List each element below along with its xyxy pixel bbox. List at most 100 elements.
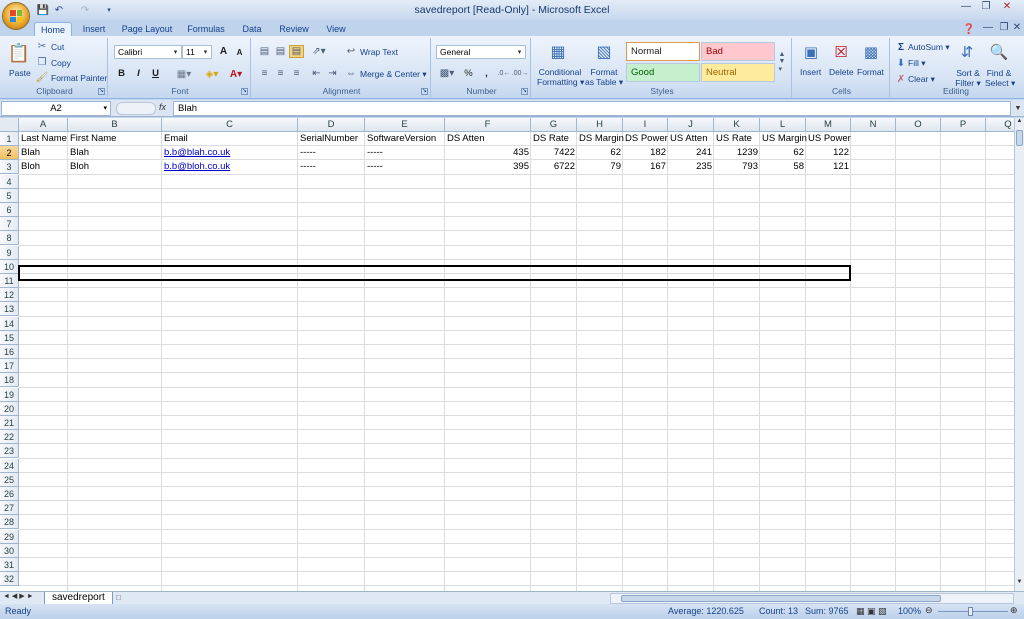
tab-data[interactable]: Data [237, 22, 267, 37]
table-cell[interactable]: 241 [668, 146, 714, 160]
row-header-13[interactable]: 13 [0, 302, 19, 317]
header-cell[interactable]: DS Atten [445, 132, 535, 146]
workbook-minimize-icon[interactable]: — [980, 22, 996, 34]
column-header-o[interactable]: O [896, 118, 941, 132]
align-middle-icon[interactable]: ▤ [273, 45, 288, 58]
decrease-decimal-icon[interactable]: .00→ [512, 67, 529, 80]
style-neutral[interactable]: Neutral [701, 63, 775, 82]
format-cells-button[interactable]: Format [857, 67, 884, 77]
row-header-29[interactable]: 29 [0, 529, 19, 544]
font-launcher-icon[interactable]: ↘ [241, 88, 248, 95]
cut-button[interactable]: Cut [51, 42, 64, 52]
row-header-26[interactable]: 26 [0, 487, 19, 501]
table-cell[interactable]: 793 [714, 160, 760, 174]
table-cell[interactable]: 122 [806, 146, 851, 160]
row-header-5[interactable]: 5 [0, 188, 19, 203]
select-all-button[interactable] [0, 118, 19, 132]
restore-icon[interactable]: ❐ [978, 1, 994, 13]
table-cell[interactable]: b.b@bloh.co.uk [162, 160, 298, 174]
horizontal-scroll-thumb[interactable] [621, 595, 941, 602]
header-cell[interactable]: US Margin [760, 132, 810, 146]
style-good[interactable]: Good [626, 63, 700, 82]
column-header-d[interactable]: D [298, 118, 365, 132]
row-header-15[interactable]: 15 [0, 330, 19, 345]
fill-button[interactable]: Fill ▾ [908, 58, 926, 69]
header-cell[interactable]: US Rate [714, 132, 764, 146]
row-header-22[interactable]: 22 [0, 430, 19, 445]
table-cell[interactable]: Blah [68, 146, 162, 160]
row-header-28[interactable]: 28 [0, 515, 19, 530]
row-header-27[interactable]: 27 [0, 501, 19, 516]
row-header-20[interactable]: 20 [0, 401, 19, 416]
table-cell[interactable]: Bloh [19, 160, 68, 174]
clear-button[interactable]: Clear ▾ [908, 74, 935, 85]
number-launcher-icon[interactable]: ↘ [521, 88, 528, 95]
close-icon[interactable]: ✕ [999, 1, 1015, 13]
conditional-formatting-button[interactable]: Conditional Formatting ▾ [537, 67, 584, 88]
tab-home[interactable]: Home [34, 22, 72, 37]
table-cell[interactable]: 7422 [531, 146, 577, 160]
column-header-e[interactable]: E [365, 118, 445, 132]
row-header-7[interactable]: 7 [0, 217, 19, 232]
expand-formula-icon[interactable]: ▼ [1013, 101, 1023, 116]
column-header-q[interactable]: Q [986, 118, 1014, 132]
style-bad[interactable]: Bad [701, 42, 775, 61]
table-cell[interactable]: 395 [445, 160, 531, 174]
italic-button[interactable]: I [131, 67, 146, 81]
header-cell[interactable]: First Name [68, 132, 166, 146]
scroll-up-icon[interactable]: ▲ [1015, 118, 1024, 128]
header-cell[interactable]: Last Name [19, 132, 72, 146]
grow-font-button[interactable]: A [216, 45, 231, 59]
tab-insert[interactable]: Insert [77, 22, 111, 37]
column-header-c[interactable]: C [162, 118, 298, 132]
table-cell[interactable]: 235 [668, 160, 714, 174]
tab-page-layout[interactable]: Page Layout [119, 22, 175, 37]
sheet-nav-icon[interactable]: ◄◀▶► [3, 592, 36, 600]
zoom-out-icon[interactable]: ⊖ [925, 605, 933, 616]
horizontal-scrollbar[interactable] [610, 593, 1014, 604]
column-header-k[interactable]: K [714, 118, 760, 132]
row-header-12[interactable]: 12 [0, 288, 19, 303]
row-header-17[interactable]: 17 [0, 359, 19, 374]
row-header-14[interactable]: 14 [0, 316, 19, 331]
name-box[interactable]: A2 ▾ [1, 101, 111, 116]
row-header-23[interactable]: 23 [0, 444, 19, 459]
table-cell[interactable]: 58 [760, 160, 806, 174]
wrap-text-button[interactable]: Wrap Text [360, 47, 398, 57]
row-header-2[interactable]: 2 [0, 146, 19, 161]
column-header-f[interactable]: F [445, 118, 531, 132]
shrink-font-button[interactable]: A [232, 46, 247, 60]
table-cell[interactable]: ----- [298, 160, 365, 174]
header-cell[interactable]: US Atten [668, 132, 718, 146]
table-cell[interactable]: 1239 [714, 146, 760, 160]
row-header-10[interactable]: 10 [0, 259, 19, 274]
table-cell[interactable]: 79 [577, 160, 623, 174]
table-cell[interactable]: 62 [760, 146, 806, 160]
font-size-combo[interactable]: 11 ▾ [182, 45, 212, 59]
table-cell[interactable]: ----- [365, 146, 445, 160]
insert-cells-button[interactable]: Insert [800, 67, 821, 77]
copy-button[interactable]: Copy [51, 58, 71, 68]
table-cell[interactable]: b.b@blah.co.uk [162, 146, 298, 160]
accounting-format-icon[interactable]: ▩▾ [437, 67, 457, 80]
row-header-24[interactable]: 24 [0, 458, 19, 473]
comma-style-button[interactable]: , [479, 67, 494, 81]
row-header-16[interactable]: 16 [0, 345, 19, 359]
align-left-icon[interactable]: ≡ [257, 67, 272, 80]
column-header-h[interactable]: H [577, 118, 623, 132]
office-button[interactable] [2, 2, 30, 30]
table-cell[interactable]: 62 [577, 146, 623, 160]
column-header-n[interactable]: N [851, 118, 896, 132]
table-cell[interactable]: Bloh [68, 160, 162, 174]
row-header-4[interactable]: 4 [0, 174, 19, 189]
row-header-3[interactable]: 3 [0, 160, 19, 175]
header-cell[interactable]: DS Rate [531, 132, 581, 146]
table-cell[interactable]: 435 [445, 146, 531, 160]
zoom-slider[interactable] [938, 611, 1008, 612]
style-normal[interactable]: Normal [626, 42, 700, 61]
column-header-b[interactable]: B [68, 118, 162, 132]
workbook-close-icon[interactable]: ✕ [1009, 22, 1024, 34]
row-header-11[interactable]: 11 [0, 274, 19, 288]
format-painter-button[interactable]: Format Painter [51, 73, 107, 83]
row-header-8[interactable]: 8 [0, 231, 19, 246]
